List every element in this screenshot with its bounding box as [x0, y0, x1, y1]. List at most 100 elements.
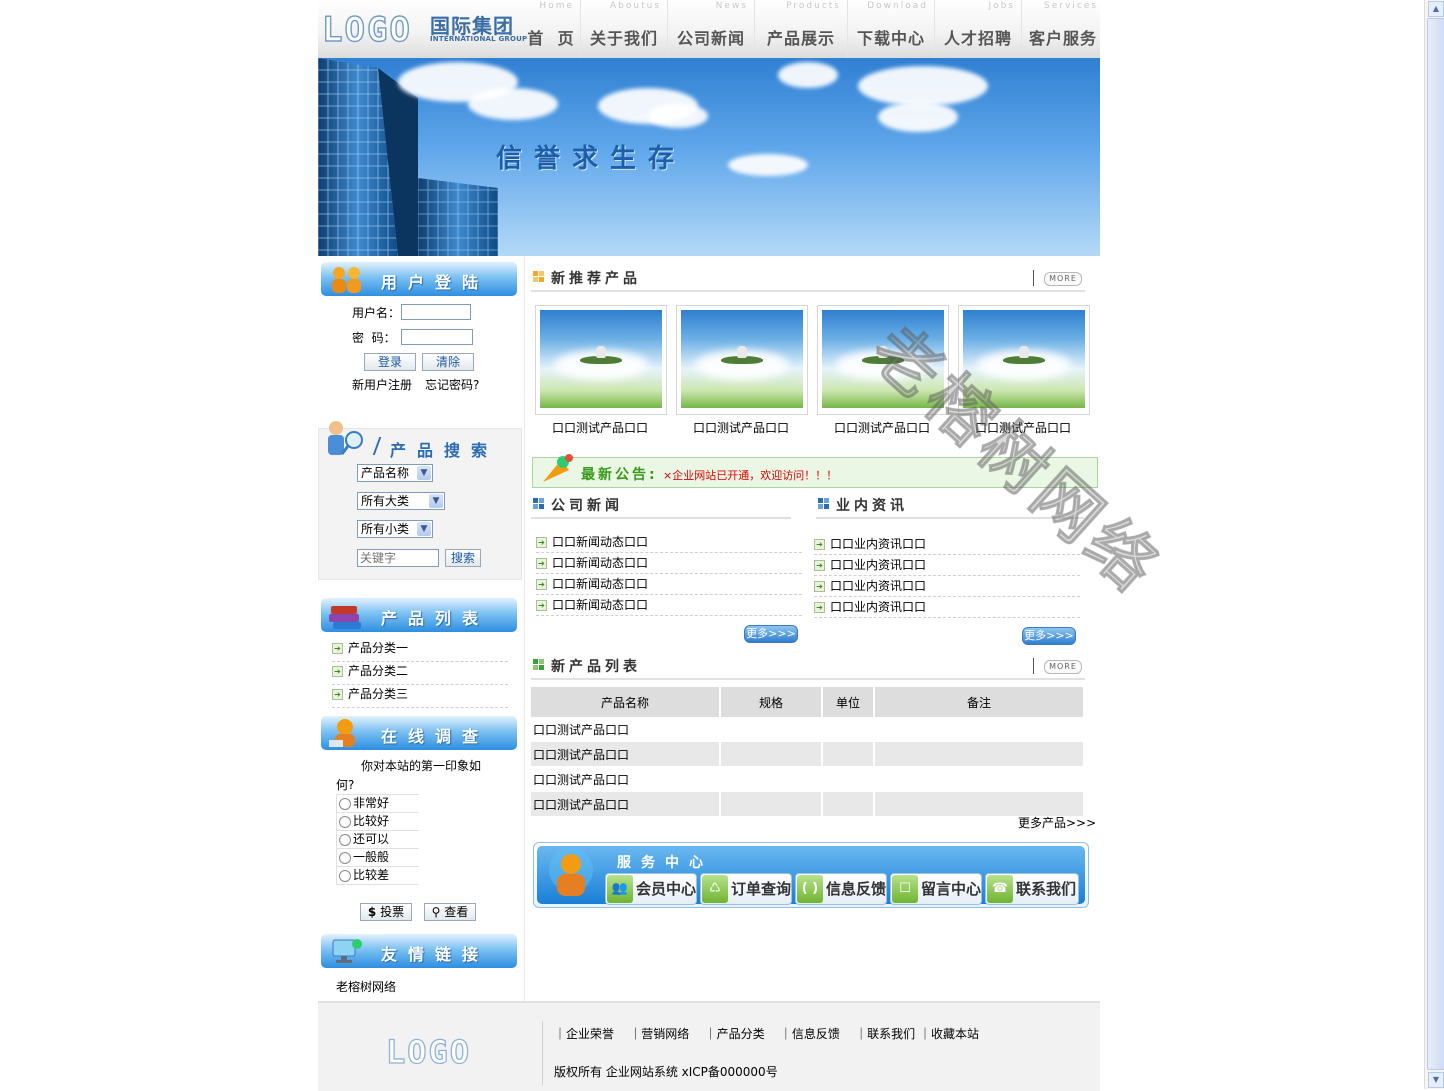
notice-text[interactable]: ×企业网站已开通，欢迎访问！！！ — [663, 467, 837, 483]
news-item[interactable]: ➔ 口口新闻动态口口 — [536, 553, 802, 574]
vote-button[interactable]: $ 投票 — [360, 903, 412, 921]
table-cell[interactable]: 口口测试产品口口 — [531, 717, 721, 742]
news-item[interactable]: ➔ 口口新闻动态口口 — [536, 532, 802, 553]
username-input[interactable] — [401, 304, 471, 320]
column-divider — [524, 256, 525, 1001]
table-row[interactable]: 口口测试产品口口 — [531, 717, 1085, 742]
category-minor-select[interactable]: 所有小类 ▼ — [357, 520, 433, 538]
radio-button[interactable] — [339, 851, 351, 864]
survey-option[interactable]: 比较好 — [336, 812, 419, 831]
table-row[interactable]: 口口测试产品口口 — [531, 741, 1085, 767]
survey-option[interactable]: 一般般 — [336, 848, 419, 867]
friend-link[interactable]: 老榕树网络 — [336, 978, 396, 995]
product-name[interactable]: 口口测试产品口口 — [535, 419, 665, 436]
list-item[interactable]: ➔ 产品分类三 — [332, 685, 508, 708]
survey-option[interactable]: 比较差 — [336, 866, 419, 885]
list-item[interactable]: ➔ 产品分类一 — [332, 639, 508, 662]
table-row[interactable]: 口口测试产品口口 — [531, 791, 1085, 817]
footer-link[interactable]: ｜信息反馈 — [780, 1027, 840, 1041]
nav-cn-label: 关于我们 — [589, 29, 658, 48]
product-card[interactable] — [535, 305, 667, 415]
news-item[interactable]: ➔ 口口新闻动态口口 — [536, 574, 802, 595]
login-title: 用户登陆 — [381, 273, 490, 292]
recommend-more-button[interactable]: MORE — [1044, 272, 1082, 286]
service-order-query[interactable]: ♺ 订单查询 — [700, 873, 792, 905]
table-cell[interactable]: 口口测试产品口口 — [531, 791, 721, 817]
new-products-more-button[interactable]: MORE — [1044, 660, 1082, 674]
site-logo[interactable]: LOGO — [321, 9, 412, 50]
password-input[interactable] — [401, 329, 473, 345]
news-item[interactable]: ➔ 口口新闻动态口口 — [536, 595, 802, 616]
service-feedback[interactable]: ( ) 信息反馈 — [795, 873, 887, 905]
service-member-center[interactable]: 👥 会员中心 — [605, 873, 697, 905]
product-name-select[interactable]: 产品名称 ▼ — [357, 464, 433, 482]
option-label: 比较好 — [353, 814, 390, 828]
cloud — [778, 62, 838, 88]
footer-link[interactable]: ｜企业荣誉 — [554, 1027, 614, 1041]
news-item[interactable]: ➔ 口口业内资讯口口 — [814, 576, 1080, 597]
product-list-title: 产品列表 — [381, 609, 490, 628]
service-message-center[interactable]: ☐ 留言中心 — [890, 873, 982, 905]
survey-question: 你对本站的第一印象如 — [361, 759, 482, 773]
search-button[interactable]: 搜索 — [445, 549, 481, 567]
login-button[interactable]: 登录 — [364, 353, 416, 371]
nav-services[interactable]: Services 客户服务 — [1022, 0, 1104, 58]
clear-button[interactable]: 清除 — [422, 353, 474, 371]
nav-home[interactable]: Home 首 页 — [522, 0, 581, 58]
list-item-label: 产品分类二 — [348, 664, 409, 678]
radio-button[interactable] — [339, 815, 351, 828]
table-cell — [874, 717, 1085, 742]
category-major-select[interactable]: 所有大类 ▼ — [357, 492, 445, 510]
footer-link[interactable]: ｜产品分类 — [705, 1027, 765, 1041]
nav-news[interactable]: News 公司新闻 — [668, 0, 755, 58]
forgot-password-link[interactable]: 忘记密码? — [425, 376, 479, 393]
survey-option[interactable]: 还可以 — [336, 830, 419, 849]
service-center: 服务中心 👥 会员中心 ♺ 订单查询 ( ) 信息反馈 ☐ 留言中心 ☎ 联系我们 — [533, 842, 1089, 908]
users-icon — [332, 267, 361, 293]
list-item-label: 产品分类一 — [348, 641, 409, 655]
more-products-link[interactable]: 更多产品>>> — [1018, 814, 1096, 831]
nav-jobs[interactable]: Jobs 人才招聘 — [935, 0, 1022, 58]
footer-link[interactable]: ｜收藏本站 — [919, 1027, 979, 1041]
product-name[interactable]: 口口测试产品口口 — [676, 419, 806, 436]
table-row[interactable]: 口口测试产品口口 — [531, 766, 1085, 792]
scroll-thumb[interactable] — [1427, 18, 1444, 1070]
column-header: 单位 — [822, 687, 875, 717]
table-cell[interactable]: 口口测试产品口口 — [531, 741, 721, 767]
megaphone-icon — [543, 454, 573, 482]
nav-cn-label: 人才招聘 — [943, 29, 1012, 48]
product-card[interactable] — [676, 305, 808, 415]
nav-en-label: Jobs — [988, 1, 1015, 11]
news-item[interactable]: ➔ 口口业内资讯口口 — [814, 555, 1080, 576]
radio-button[interactable] — [339, 797, 351, 810]
service-contact-us[interactable]: ☎ 联系我们 — [985, 873, 1079, 905]
industry-news-more-button[interactable]: 更多>>> — [1022, 627, 1076, 645]
footer-link[interactable]: ｜营销网络 — [629, 1027, 689, 1041]
option-label: 非常好 — [353, 796, 390, 810]
bag-icon: ♺ — [702, 875, 728, 903]
news-item[interactable]: ➔ 口口业内资讯口口 — [814, 597, 1080, 618]
footer-divider — [542, 1021, 543, 1085]
nav-products[interactable]: Products 产品展示 — [755, 0, 848, 58]
footer-link[interactable]: ｜联系我们 — [855, 1027, 915, 1041]
view-results-button[interactable]: ⚲ 查看 — [424, 903, 476, 921]
nav-about[interactable]: Aboutus 关于我们 — [581, 0, 668, 58]
survey-option[interactable]: 非常好 — [336, 794, 419, 813]
arrow-right-icon: ➔ — [536, 537, 547, 548]
password-label: 密 码： — [352, 331, 396, 345]
books-icon — [329, 606, 361, 629]
radio-button[interactable] — [339, 833, 351, 846]
keyword-input[interactable] — [357, 549, 439, 567]
cloud — [878, 102, 958, 132]
site-header: LOGO 国际集团 INTERNATIONAL GROUP Home 首 页 A… — [318, 0, 1100, 58]
company-news-more-button[interactable]: 更多>>> — [744, 625, 798, 643]
nav-en-label: Aboutus — [609, 1, 661, 11]
scroll-up-icon[interactable]: ▲ — [1428, 1, 1444, 17]
nav-download[interactable]: Download 下载中心 — [848, 0, 935, 58]
radio-button[interactable] — [339, 869, 351, 882]
scroll-down-icon[interactable]: ▼ — [1428, 1072, 1444, 1088]
page-scrollbar[interactable]: ▲ ▼ — [1424, 0, 1444, 1089]
table-cell[interactable]: 口口测试产品口口 — [531, 766, 721, 792]
list-item[interactable]: ➔ 产品分类二 — [332, 662, 508, 685]
register-link[interactable]: 新用户注册 — [352, 376, 412, 393]
